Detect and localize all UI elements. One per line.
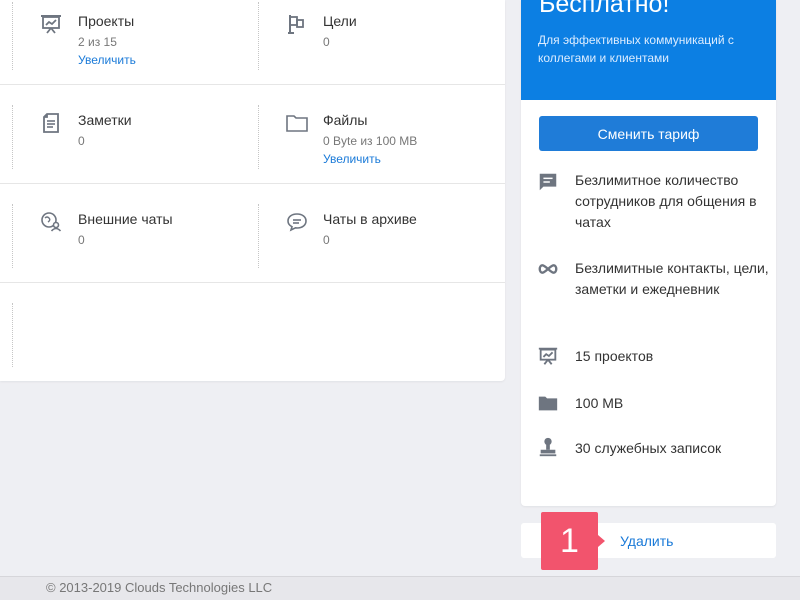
stat-title: Проекты xyxy=(78,13,135,29)
footer: © 2013-2019 Clouds Technologies LLC xyxy=(0,576,800,600)
chat-archive-icon xyxy=(285,210,309,234)
plan-feature-text: 100 MB xyxy=(575,395,624,411)
stat-value: 0 xyxy=(78,233,85,247)
folder-icon xyxy=(537,392,559,414)
change-tariff-button[interactable]: Сменить тариф xyxy=(539,116,758,151)
message-icon xyxy=(537,171,559,193)
divider xyxy=(258,2,259,70)
flag-icon xyxy=(285,12,309,36)
stat-notes: Заметки 0 xyxy=(0,85,258,183)
stat-value: 0 xyxy=(323,233,330,247)
stats-row xyxy=(0,283,505,382)
stat-value: 0 xyxy=(323,35,330,49)
plan-feature-text: 30 служебных записок xyxy=(575,440,722,456)
stat-title: Заметки xyxy=(78,112,132,128)
divider xyxy=(258,204,259,268)
divider xyxy=(12,2,13,70)
note-icon xyxy=(39,111,63,135)
stat-value: 0 Byte из 100 MB xyxy=(323,134,418,148)
stat-empty xyxy=(0,283,258,382)
copyright-text: © 2013-2019 Clouds Technologies LLC xyxy=(46,580,273,595)
increase-storage-link[interactable]: Увеличить xyxy=(323,152,381,166)
stat-value: 2 из 15 xyxy=(78,35,117,49)
stat-projects: Проекты 2 из 15 Увеличить xyxy=(0,0,258,84)
stat-external-chats: Внешние чаты 0 xyxy=(0,184,258,282)
stats-row: Заметки 0 Файлы 0 Byte из 100 MB Увеличи… xyxy=(0,85,505,184)
step-badge: 1 xyxy=(541,512,605,570)
folder-icon xyxy=(285,111,309,135)
stats-row: Проекты 2 из 15 Увеличить Цели 0 xyxy=(0,0,505,85)
usage-stats-card: Проекты 2 из 15 Увеличить Цели 0 Заметки… xyxy=(0,0,505,381)
divider xyxy=(12,105,13,169)
infinity-icon xyxy=(537,258,559,280)
presentation-icon xyxy=(537,345,559,367)
plan-title: Бесплатно! xyxy=(539,0,670,18)
divider xyxy=(12,303,13,367)
stat-title: Чаты в архиве xyxy=(323,211,417,227)
increase-projects-link[interactable]: Увеличить xyxy=(78,53,136,67)
plan-feature-text: 15 проектов xyxy=(575,348,654,364)
plan-feature-text: Безлимитные контакты, цели, заметки и еж… xyxy=(575,260,769,297)
external-chat-icon xyxy=(39,210,63,234)
stat-archived-chats: Чаты в архиве 0 xyxy=(258,184,505,282)
stat-title: Файлы xyxy=(323,112,368,128)
stat-title: Внешние чаты xyxy=(78,211,173,227)
stats-row: Внешние чаты 0 Чаты в архиве 0 xyxy=(0,184,505,283)
stamp-icon xyxy=(537,436,559,458)
stat-title: Цели xyxy=(323,13,357,29)
stat-value: 0 xyxy=(78,134,85,148)
stat-files: Файлы 0 Byte из 100 MB Увеличить xyxy=(258,85,505,183)
plan-subtitle: Для эффективных коммуникаций с коллегами… xyxy=(538,33,734,65)
plan-feature-text: Безлимитное количество сотрудников для о… xyxy=(575,172,757,230)
stat-goals: Цели 0 xyxy=(258,0,505,84)
divider xyxy=(12,204,13,268)
presentation-icon xyxy=(39,12,63,36)
delete-account-link[interactable]: Удалить xyxy=(620,533,673,549)
divider xyxy=(258,105,259,169)
tariff-plan-card: Бесплатно! Для эффективных коммуникаций … xyxy=(521,0,776,506)
plan-header: Бесплатно! Для эффективных коммуникаций … xyxy=(521,0,776,100)
